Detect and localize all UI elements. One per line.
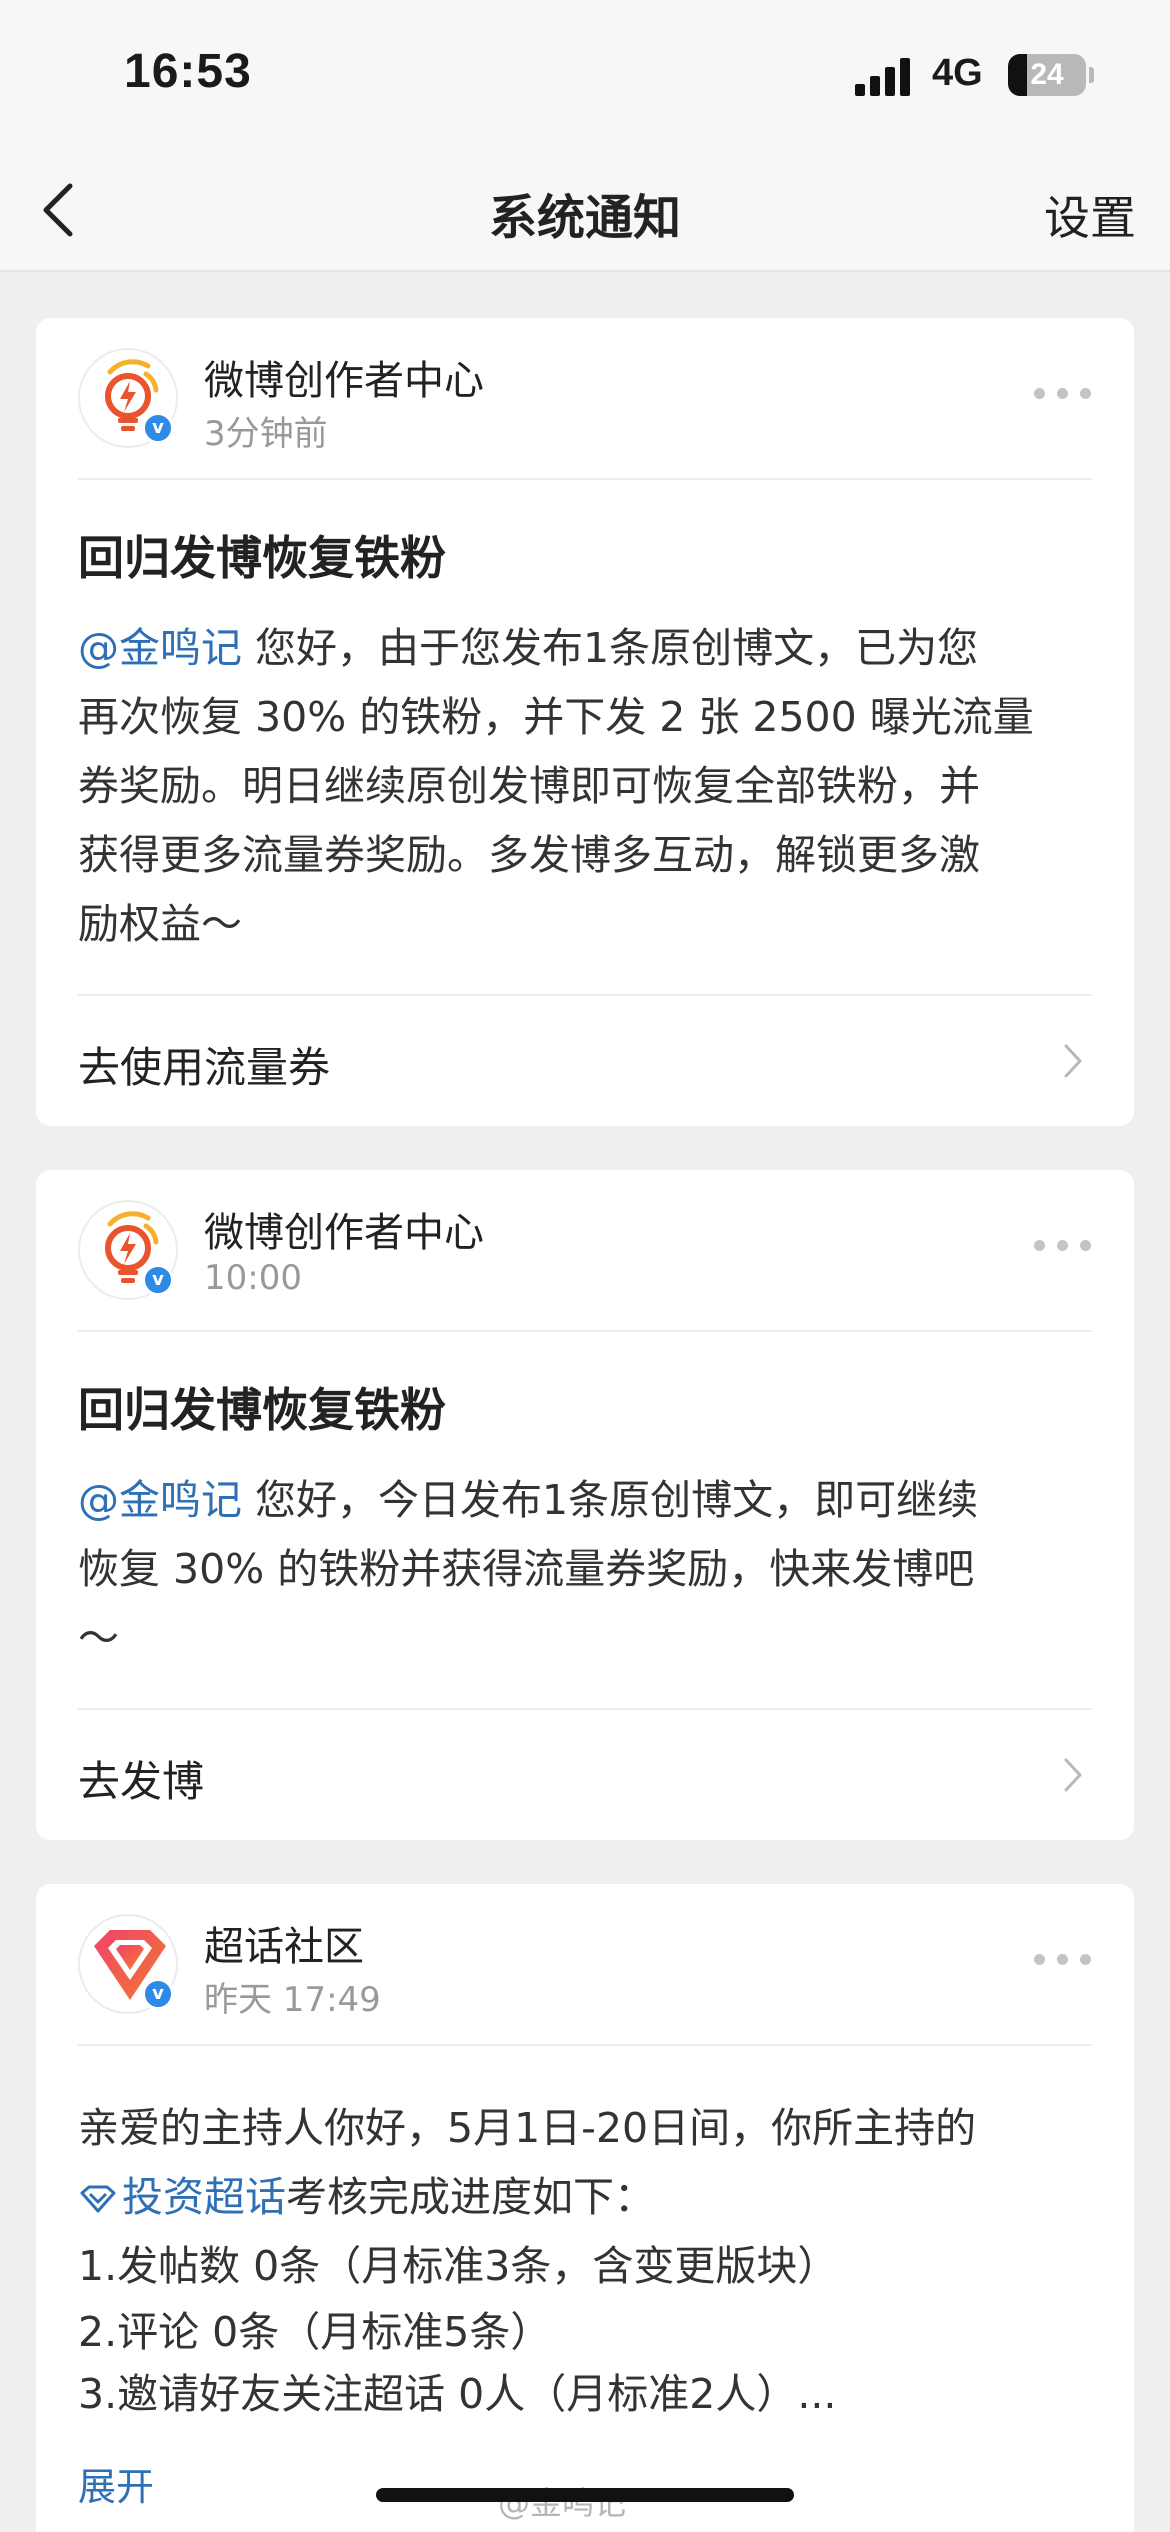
settings-button[interactable]: 设置 [1044,182,1136,248]
message-line: 亲爱的主持人你好，5月1日-20日间，你所主持的 [78,2104,977,2152]
chevron-right-icon [1064,1044,1082,1078]
message-line: ～ [78,1614,119,1662]
message-line: @金鸣记 您好，由于您发布1条原创博文，已为您 [78,624,979,672]
action-label: 去使用流量券 [78,1043,331,1092]
notification-card: v 微博创作者中心 3分钟前 回归发博恢复铁粉 @金鸣记 您好，由于您发布1条原… [36,318,1134,1126]
progress-item: 2.评论 0条（月标准5条） [78,2308,552,2356]
status-bar: 16:53 4G 24 [0,0,1170,150]
message-title: 回归发博恢复铁粉 [78,1383,446,1437]
go-post-action[interactable]: 去发博 [36,1710,1134,1840]
more-options-icon[interactable] [1034,1240,1092,1252]
notification-time: 3分钟前 [204,414,328,454]
page-title: 系统通知 [488,190,681,246]
mention-link[interactable]: @金鸣记 [78,1476,242,1524]
notification-card: v 超话社区 昨天 17:49 亲爱的主持人你好，5月1日-20日间，你所主持的… [36,1884,1134,2532]
progress-item: 1.发帖数 0条（月标准3条，含变更版块） [78,2242,839,2290]
home-indicator[interactable] [376,2488,794,2502]
message-line: 恢复 30% 的铁粉并获得流量券奖励，快来发博吧 [78,1545,975,1593]
divider [78,478,1092,480]
message-line: 券奖励。明日继续原创发博即可恢复全部铁粉，并 [78,762,980,810]
message-line: @金鸣记 您好，今日发布1条原创博文，即可继续 [78,1476,979,1524]
message-title: 回归发博恢复铁粉 [78,531,446,585]
verified-badge-icon: v [142,412,174,444]
sender-name[interactable]: 微博创作者中心 [204,1200,484,1258]
verified-badge-icon: v [142,1978,174,2010]
expand-button[interactable]: 展开 [78,2456,154,2511]
message-body: 亲爱的主持人你好，5月1日-20日间，你所主持的 投资超话考核完成进度如下： 1… [78,2094,1098,2425]
cellular-signal-icon [855,56,913,96]
message-line: 励权益～ [78,900,242,948]
more-options-icon[interactable] [1034,1954,1092,1966]
chevron-right-icon [1064,1758,1082,1792]
message-body: @金鸣记 您好，由于您发布1条原创博文，已为您 再次恢复 30% 的铁粉，并下发… [78,614,1098,959]
battery-nub [1089,67,1094,83]
progress-item: 3.邀请好友关注超话 0人（月标准2人）... [78,2370,837,2418]
status-time: 16:53 [124,45,252,98]
diamond-link-icon [80,2185,116,2213]
message-body: @金鸣记 您好，今日发布1条原创博文，即可继续 恢复 30% 的铁粉并获得流量券… [78,1466,1098,1673]
divider [78,2044,1092,2046]
verified-badge-icon: v [142,1264,174,1296]
mention-link[interactable]: @金鸣记 [78,624,242,672]
network-type: 4G [932,52,983,94]
notification-time: 昨天 17:49 [204,1980,381,2020]
battery-icon: 24 [1008,54,1086,96]
use-coupon-action[interactable]: 去使用流量券 [36,996,1134,1126]
message-line: 投资超话考核完成进度如下： [78,2163,1098,2232]
message-line: 再次恢复 30% 的铁粉，并下发 2 张 2500 曝光流量 [78,693,1034,741]
nav-bar: 系统通知 设置 [0,150,1170,272]
sender-name[interactable]: 超话社区 [204,1914,364,1972]
topic-link[interactable]: 投资超话 [78,2173,286,2221]
sender-name[interactable]: 微博创作者中心 [204,348,484,406]
action-label: 去发博 [78,1757,205,1806]
more-options-icon[interactable] [1034,388,1092,400]
notification-card: v 微博创作者中心 10:00 回归发博恢复铁粉 @金鸣记 您好，今日发布1条原… [36,1170,1134,1840]
divider [78,1330,1092,1332]
message-line: 获得更多流量券奖励。多发博多互动，解锁更多激 [78,831,980,879]
battery-level: 24 [1030,58,1064,91]
notification-time: 10:00 [204,1258,302,1298]
